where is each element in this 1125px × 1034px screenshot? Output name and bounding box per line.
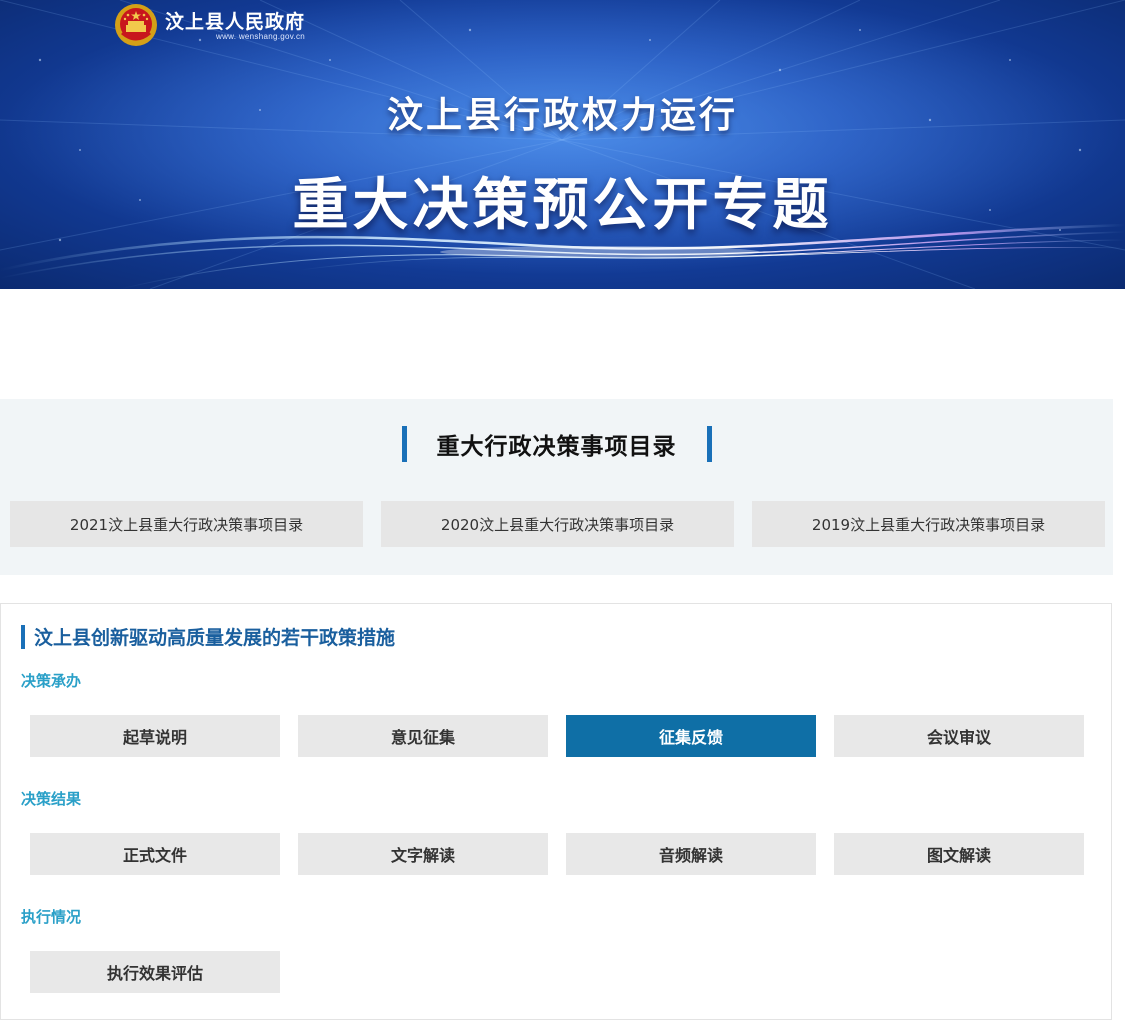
catalog-heading: 重大行政决策事项目录 — [0, 423, 1113, 465]
results-buttons: 正式文件 文字解读 音频解读 图文解读 — [30, 833, 1102, 875]
catalog-list: 2021汶上县重大行政决策事项目录 2020汶上县重大行政决策事项目录 2019… — [10, 501, 1105, 547]
group-label-results: 决策结果 — [21, 790, 82, 808]
header-banner: 汶上县人民政府 www. wenshang.gov.cn 汶上县行政权力运行 重… — [0, 0, 1125, 289]
group-label-undertaking: 决策承办 — [21, 672, 82, 690]
site-name: 汶上县人民政府 — [165, 10, 306, 33]
banner-subtitle: 汶上县行政权力运行 — [386, 94, 738, 136]
policy-heading-bar — [21, 624, 25, 649]
catalog-link-2020[interactable]: 2020汶上县重大行政决策事项目录 — [381, 501, 734, 547]
national-emblem-icon — [115, 4, 157, 46]
text-interpretation-button[interactable]: 文字解读 — [298, 833, 548, 875]
opinion-collection-button[interactable]: 意见征集 — [298, 715, 548, 757]
catalog-title: 重大行政决策事项目录 — [436, 434, 677, 460]
site-logo[interactable]: 汶上县人民政府 www. wenshang.gov.cn — [114, 3, 305, 47]
meeting-review-button[interactable]: 会议审议 — [834, 715, 1084, 757]
audio-interpretation-button[interactable]: 音频解读 — [566, 833, 816, 875]
banner-title: 重大决策预公开专题 — [292, 172, 833, 238]
collection-feedback-button[interactable]: 征集反馈 — [566, 715, 816, 757]
catalog-link-2019[interactable]: 2019汶上县重大行政决策事项目录 — [752, 501, 1105, 547]
execution-buttons: 执行效果评估 — [30, 951, 298, 993]
policy-heading: 汶上县创新驱动高质量发展的若干政策措施 — [21, 623, 395, 650]
decision-catalog-section: 重大行政决策事项目录 2021汶上县重大行政决策事项目录 2020汶上县重大行政… — [0, 399, 1113, 575]
policy-title: 汶上县创新驱动高质量发展的若干政策措施 — [34, 627, 396, 649]
drafting-notes-button[interactable]: 起草说明 — [30, 715, 280, 757]
group-label-execution: 执行情况 — [21, 908, 82, 926]
policy-section: 汶上县创新驱动高质量发展的若干政策措施 决策承办 起草说明 意见征集 征集反馈 … — [0, 603, 1112, 1020]
heading-bar-left — [401, 426, 407, 462]
graphic-interpretation-button[interactable]: 图文解读 — [834, 833, 1084, 875]
undertaking-buttons: 起草说明 意见征集 征集反馈 会议审议 — [30, 715, 1102, 757]
heading-bar-right — [706, 426, 712, 462]
catalog-link-2021[interactable]: 2021汶上县重大行政决策事项目录 — [10, 501, 363, 547]
official-document-button[interactable]: 正式文件 — [30, 833, 280, 875]
execution-evaluation-button[interactable]: 执行效果评估 — [30, 951, 280, 993]
